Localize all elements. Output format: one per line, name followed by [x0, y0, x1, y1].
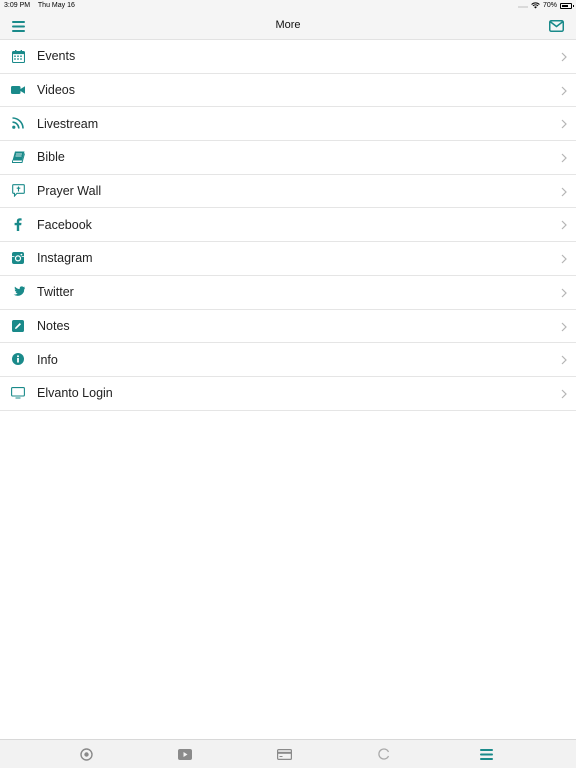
- menu-item-label: Livestream: [37, 116, 99, 131]
- menu-item-prayer-wall[interactable]: Prayer Wall: [0, 175, 576, 209]
- menu-item-label: Facebook: [37, 217, 92, 232]
- play-video-icon: [178, 748, 192, 760]
- twitter-icon: [11, 285, 25, 299]
- menu-item-label: Instagram: [37, 251, 93, 266]
- video-camera-icon: [11, 83, 25, 97]
- menu-item-twitter[interactable]: Twitter: [0, 276, 576, 310]
- tab-record[interactable]: [78, 746, 94, 762]
- tab-loading[interactable]: [376, 746, 392, 762]
- menu-item-facebook[interactable]: Facebook: [0, 208, 576, 243]
- instagram-icon: [11, 251, 25, 265]
- spinner-icon: [378, 748, 390, 760]
- chevron-right-icon: [561, 52, 567, 62]
- card-icon: [276, 748, 292, 760]
- menu-item-elvanto-login[interactable]: Elvanto Login: [0, 377, 576, 411]
- pencil-square-icon: [11, 319, 25, 333]
- menu-item-label: Videos: [37, 83, 75, 98]
- chevron-right-icon: [561, 86, 567, 96]
- envelope-icon: [548, 20, 564, 32]
- menu-item-livestream[interactable]: Livestream: [0, 107, 576, 142]
- chevron-right-icon: [561, 119, 567, 129]
- menu-item-label: Events: [37, 49, 76, 64]
- chevron-right-icon: [561, 221, 567, 230]
- menu-item-videos[interactable]: Videos: [0, 74, 576, 108]
- record-circle-icon: [79, 747, 93, 761]
- messages-button[interactable]: [546, 16, 566, 36]
- menu-item-bible[interactable]: Bible: [0, 141, 576, 175]
- chevron-right-icon: [561, 153, 567, 163]
- more-menu-list: Events Videos Livestream Bible Prayer Wa…: [0, 40, 576, 411]
- calendar-icon: [11, 49, 25, 63]
- book-icon: [11, 150, 25, 164]
- page-title: More: [275, 19, 301, 31]
- wifi-icon: [531, 2, 540, 9]
- chevron-right-icon: [561, 355, 567, 365]
- chevron-right-icon: [561, 187, 567, 197]
- cellular-signal-icon: [518, 5, 528, 8]
- tab-card[interactable]: [276, 746, 292, 762]
- tab-bar: [0, 739, 576, 768]
- hamburger-menu-icon: [479, 748, 493, 760]
- menu-item-events[interactable]: Events: [0, 40, 576, 74]
- menu-item-instagram[interactable]: Instagram: [0, 242, 576, 276]
- status-date: Thu May 16: [37, 2, 75, 9]
- menu-item-notes[interactable]: Notes: [0, 310, 576, 344]
- chevron-right-icon: [561, 288, 567, 298]
- tab-more[interactable]: [478, 746, 494, 762]
- menu-item-label: Notes: [37, 318, 70, 333]
- tab-videos[interactable]: [177, 746, 193, 762]
- status-time: 3:09 PM: [4, 2, 31, 9]
- menu-item-label: Bible: [37, 150, 65, 165]
- battery-percent: 70%: [542, 2, 557, 9]
- battery-fill: [562, 4, 568, 7]
- menu-item-label: Twitter: [37, 285, 74, 300]
- chevron-right-icon: [561, 389, 567, 399]
- chevron-right-icon: [561, 322, 567, 331]
- desktop-monitor-icon: [11, 386, 25, 400]
- menu-item-label: Info: [37, 352, 58, 367]
- status-bar: 3:09 PM Thu May 16 70%: [0, 0, 576, 12]
- facebook-icon: [11, 217, 25, 231]
- menu-item-info[interactable]: Info: [0, 343, 576, 377]
- info-circle-icon: [11, 352, 25, 366]
- prayer-bubble-icon: [11, 184, 25, 198]
- rss-icon: [11, 116, 25, 130]
- battery-icon: [560, 2, 574, 9]
- menu-item-label: Prayer Wall: [37, 184, 102, 199]
- chevron-right-icon: [561, 254, 567, 264]
- menu-item-label: Elvanto Login: [37, 386, 113, 401]
- navigation-bar: More: [0, 12, 576, 40]
